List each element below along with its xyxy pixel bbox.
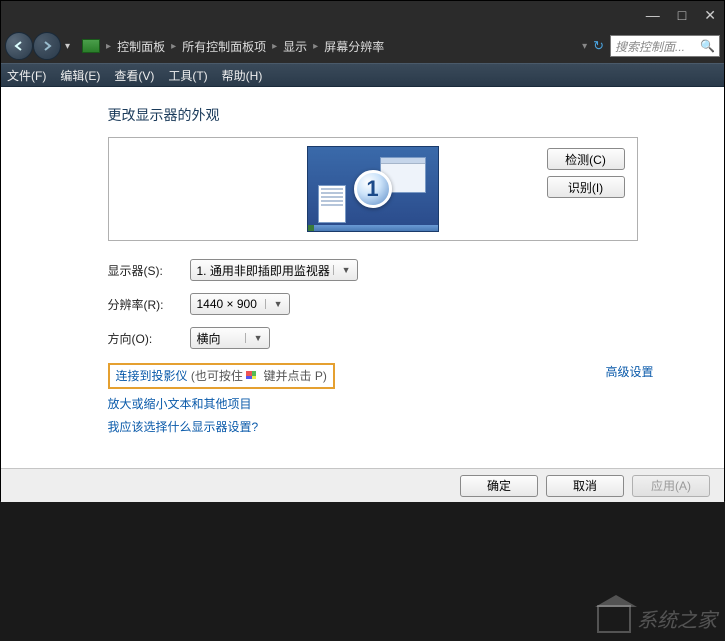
breadcrumb-item[interactable]: 显示: [283, 38, 307, 55]
chevron-right-icon: ▸: [171, 41, 176, 52]
maximize-button[interactable]: □: [678, 7, 686, 23]
document-thumbnail-icon: [318, 185, 346, 223]
house-icon: [597, 605, 631, 633]
navigation-bar: ▾ ▸ 控制面板 ▸ 所有控制面板项 ▸ 显示 ▸ 屏幕分辨率 ▾ ↻ 搜索控制…: [1, 29, 724, 63]
monitor-preview[interactable]: 1: [307, 146, 439, 232]
identify-button[interactable]: 识别(I): [547, 176, 625, 198]
search-input[interactable]: 搜索控制面... 🔍: [610, 35, 720, 57]
menu-view[interactable]: 查看(V): [114, 67, 154, 84]
chevron-down-icon: ▼: [265, 299, 283, 309]
breadcrumb-dropdown-icon[interactable]: ▾: [582, 41, 587, 52]
monitor-arrangement-panel[interactable]: 1 检测(C) 识别(I): [108, 137, 638, 241]
display-dropdown[interactable]: 1. 通用非即插即用监视器 ▼: [190, 259, 358, 281]
breadcrumb-item[interactable]: 控制面板: [117, 38, 165, 55]
history-dropdown-icon[interactable]: ▾: [65, 41, 70, 52]
display-row: 显示器(S): 1. 通用非即插即用监视器 ▼: [108, 259, 638, 281]
minimize-button[interactable]: —: [646, 7, 660, 23]
content-area: 更改显示器的外观 1 检测(C) 识别(I) 显示器(S): 1. 通用: [1, 87, 724, 468]
arrow-left-icon: [13, 40, 25, 52]
resolution-value: 1440 × 900: [197, 297, 257, 311]
menu-file[interactable]: 文件(F): [7, 67, 46, 84]
ok-button[interactable]: 确定: [460, 475, 538, 497]
arrow-right-icon: [41, 40, 53, 52]
apply-button: 应用(A): [632, 475, 710, 497]
display-help-link[interactable]: 我应该选择什么显示器设置?: [108, 418, 638, 435]
menu-help[interactable]: 帮助(H): [222, 67, 263, 84]
chevron-right-icon: ▸: [106, 41, 111, 52]
orientation-row: 方向(O): 横向 ▼: [108, 327, 638, 349]
breadcrumb-item[interactable]: 屏幕分辨率: [324, 38, 384, 55]
orientation-value: 横向: [197, 330, 221, 347]
projector-hint-suffix: 键并点击 P): [264, 369, 327, 383]
text-scaling-link[interactable]: 放大或缩小文本和其他项目: [108, 395, 638, 412]
display-label: 显示器(S):: [108, 262, 190, 279]
chevron-right-icon: ▸: [272, 41, 277, 52]
dialog-footer: 确定 取消 应用(A): [1, 468, 724, 502]
page-title: 更改显示器的外观: [108, 87, 638, 137]
control-panel-icon: [82, 39, 100, 53]
orientation-label: 方向(O):: [108, 330, 190, 347]
projector-hint-prefix: (也可按住: [191, 369, 243, 383]
menu-edit[interactable]: 编辑(E): [60, 67, 100, 84]
connect-projector-link[interactable]: 连接到投影仪: [116, 369, 188, 383]
detect-button[interactable]: 检测(C): [547, 148, 625, 170]
back-button[interactable]: [5, 32, 33, 60]
windows-key-icon: [246, 371, 260, 383]
breadcrumb[interactable]: ▸ 控制面板 ▸ 所有控制面板项 ▸ 显示 ▸ 屏幕分辨率: [82, 38, 384, 55]
nav-arrows: [5, 32, 61, 60]
advanced-settings-link[interactable]: 高级设置: [605, 363, 653, 380]
window-titlebar: — □ ✕: [1, 1, 724, 29]
orientation-dropdown[interactable]: 横向 ▼: [190, 327, 270, 349]
watermark-text: 系统之家: [637, 604, 717, 633]
search-placeholder: 搜索控制面...: [615, 38, 685, 55]
breadcrumb-item[interactable]: 所有控制面板项: [182, 38, 266, 55]
explorer-window: — □ ✕ ▾ ▸ 控制面板 ▸ 所有控制面板项 ▸ 显示 ▸ 屏幕分辨率 ▾ …: [0, 0, 725, 501]
cancel-button[interactable]: 取消: [546, 475, 624, 497]
close-button[interactable]: ✕: [704, 7, 716, 24]
chevron-down-icon: ▼: [245, 333, 263, 343]
taskbar-thumbnail-icon: [308, 225, 438, 231]
settings-form: 显示器(S): 1. 通用非即插即用监视器 ▼ 分辨率(R): 1440 × 9…: [108, 259, 638, 349]
display-value: 1. 通用非即插即用监视器: [197, 262, 330, 279]
chevron-right-icon: ▸: [313, 41, 318, 52]
resolution-dropdown[interactable]: 1440 × 900 ▼: [190, 293, 290, 315]
watermark: 系统之家: [597, 604, 717, 633]
highlighted-projector-link: 连接到投影仪 (也可按住 键并点击 P): [108, 363, 335, 389]
links-area: 高级设置 连接到投影仪 (也可按住 键并点击 P) 放大或缩小文本和其他项目 我…: [108, 363, 638, 435]
resolution-label: 分辨率(R):: [108, 296, 190, 313]
panel-buttons: 检测(C) 识别(I): [547, 148, 625, 198]
refresh-icon[interactable]: ↻: [593, 38, 604, 54]
menu-bar: 文件(F) 编辑(E) 查看(V) 工具(T) 帮助(H): [1, 63, 724, 87]
nav-right: ▾ ↻ 搜索控制面... 🔍: [582, 35, 720, 57]
menu-tools[interactable]: 工具(T): [168, 67, 207, 84]
monitor-number-badge: 1: [354, 170, 392, 208]
chevron-down-icon: ▼: [333, 265, 351, 275]
forward-button[interactable]: [33, 32, 61, 60]
search-icon: 🔍: [700, 39, 715, 53]
resolution-row: 分辨率(R): 1440 × 900 ▼: [108, 293, 638, 315]
